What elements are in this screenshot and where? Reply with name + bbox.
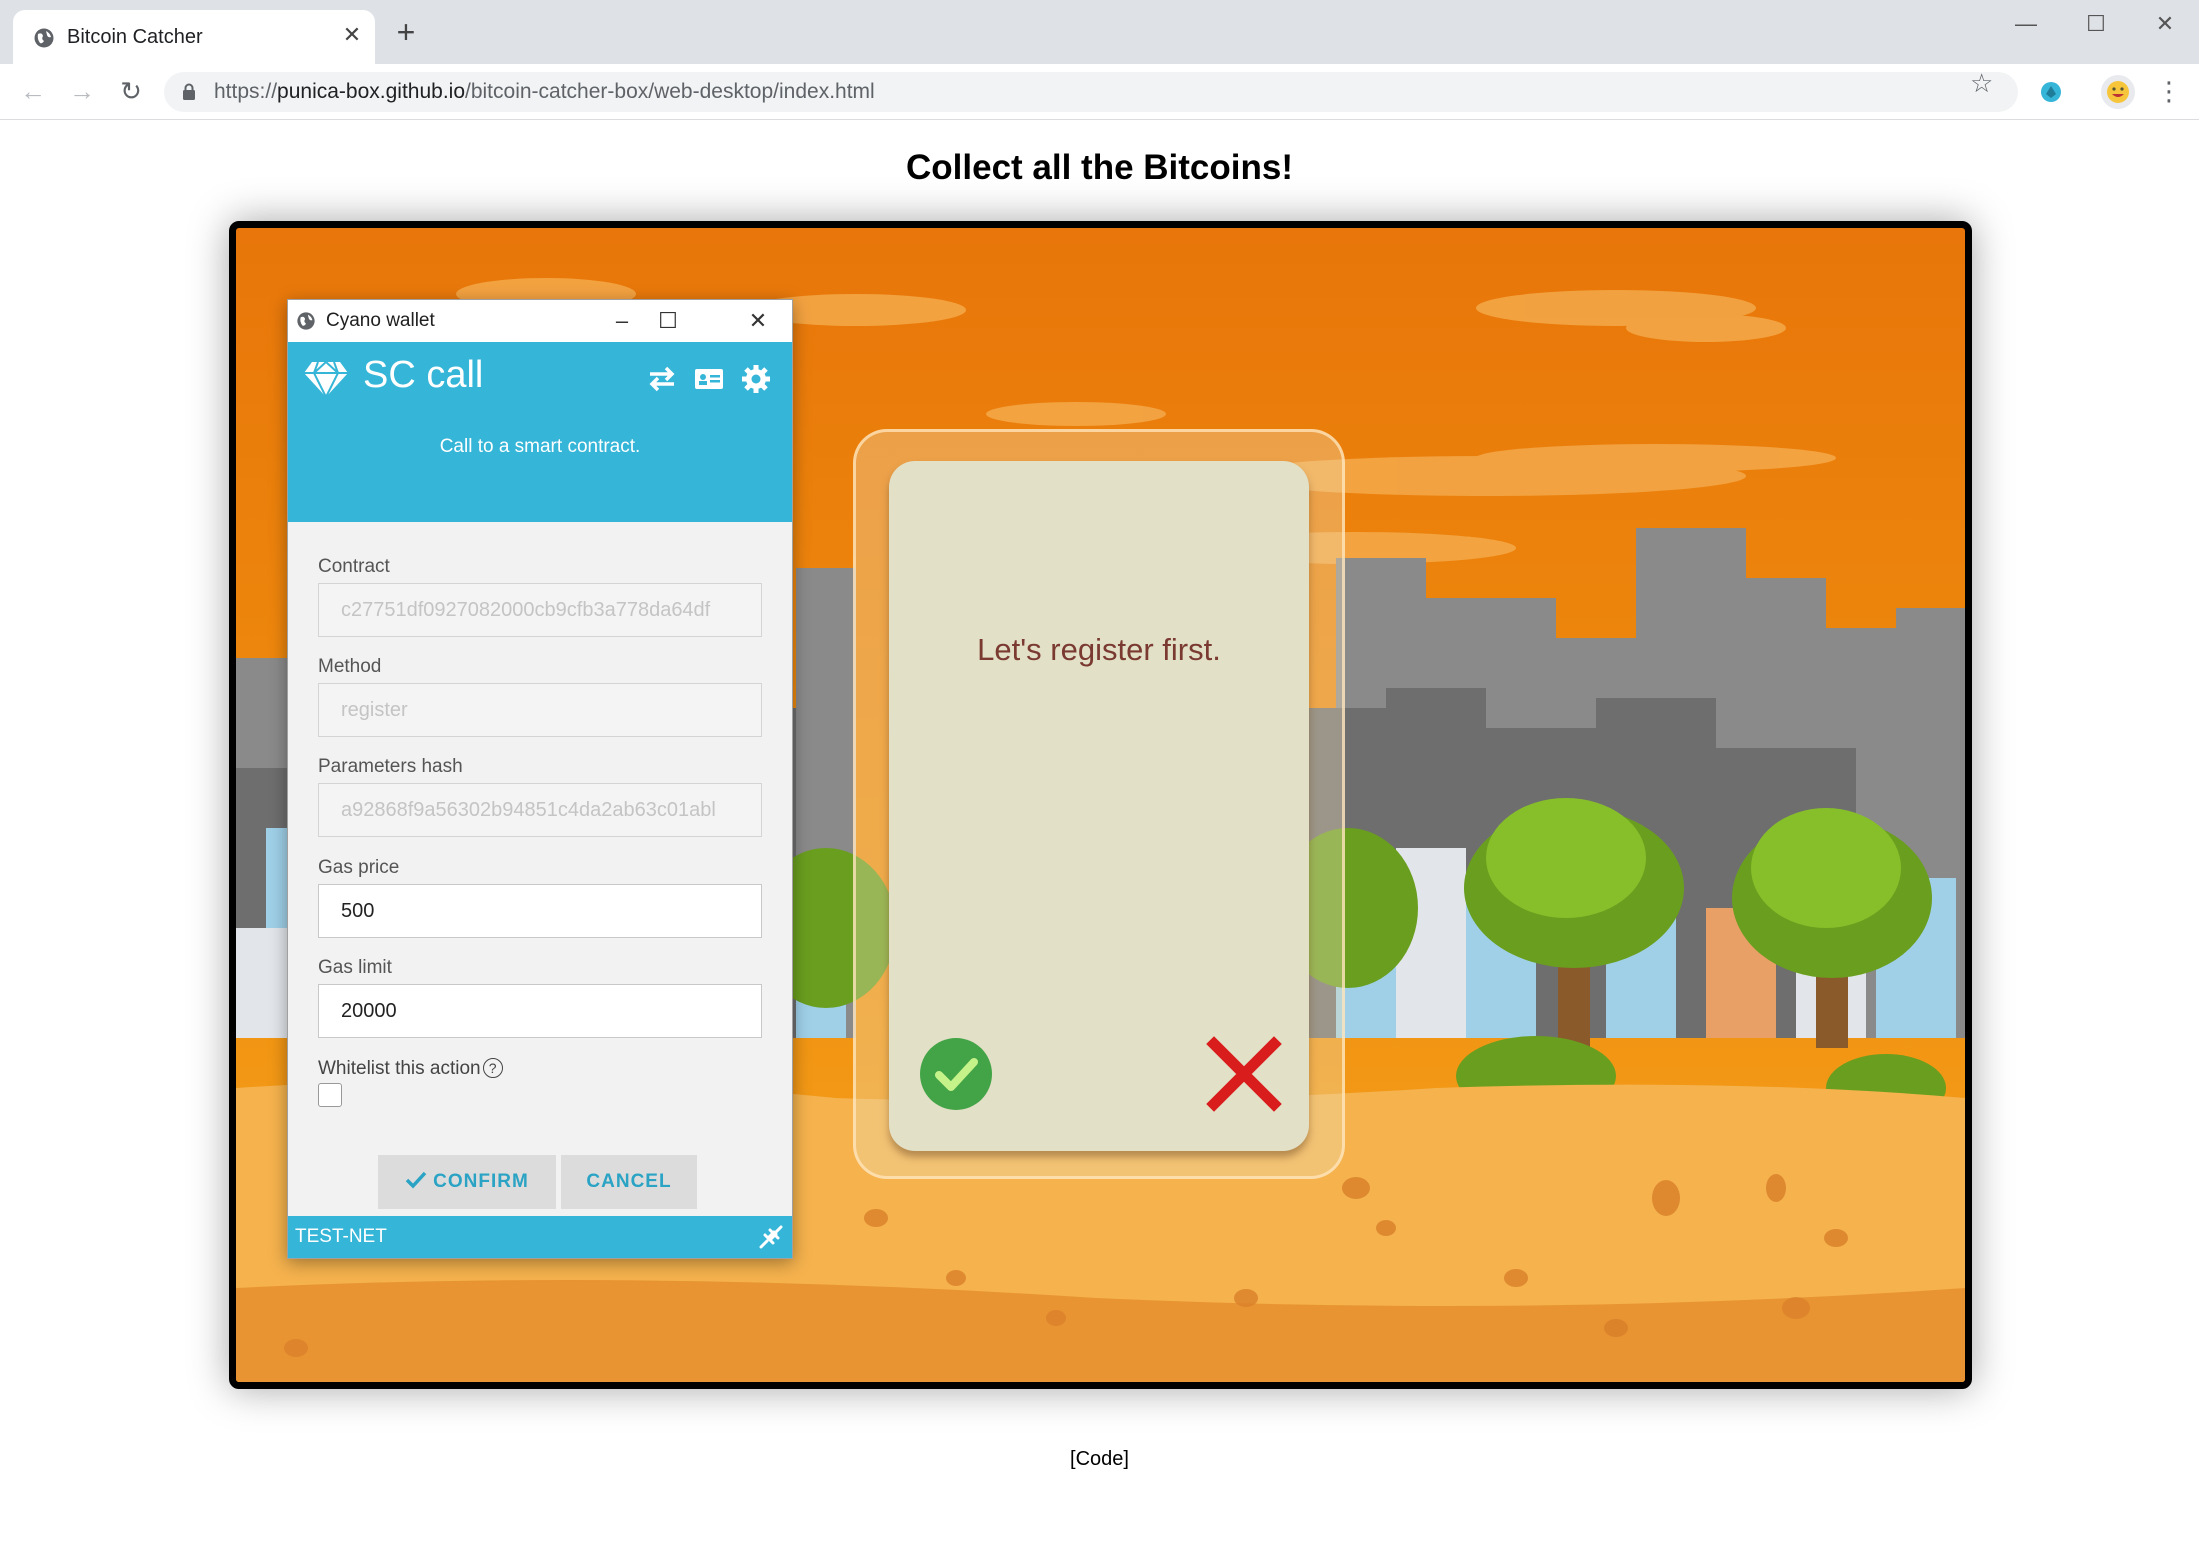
menu-icon[interactable]: ⋮ bbox=[2156, 76, 2182, 106]
transfer-icon[interactable] bbox=[646, 364, 678, 394]
plus-icon[interactable]: + bbox=[392, 16, 420, 48]
gas-price-input[interactable]: 500 bbox=[318, 884, 762, 938]
url-scheme: https:// bbox=[214, 80, 278, 103]
check-icon bbox=[935, 1058, 978, 1091]
wallet-header: SC call Call to a smart contract. bbox=[288, 342, 792, 522]
gas-limit-label: Gas limit bbox=[318, 957, 392, 978]
extension-icon[interactable] bbox=[2040, 81, 2062, 103]
gear-icon[interactable] bbox=[740, 364, 772, 394]
close-icon[interactable]: ✕ bbox=[339, 22, 365, 48]
wallet-heading: SC call bbox=[363, 354, 484, 396]
minimize-icon[interactable]: – bbox=[607, 306, 637, 336]
back-icon[interactable]: ← bbox=[16, 74, 50, 108]
globe-icon bbox=[297, 312, 315, 330]
contract-field: c27751df0927082000cb9cfb3a778da64df bbox=[318, 583, 762, 637]
gas-limit-input[interactable]: 20000 bbox=[318, 984, 762, 1038]
confirm-label: CONFIRM bbox=[433, 1171, 529, 1192]
url-host: punica-box.github.io bbox=[277, 80, 465, 103]
cancel-label: CANCEL bbox=[586, 1171, 672, 1192]
contract-label: Contract bbox=[318, 556, 390, 577]
tab-strip: Bitcoin Catcher ✕ + — ☐ ✕ bbox=[0, 0, 2199, 64]
forward-icon[interactable]: → bbox=[65, 74, 99, 108]
help-icon[interactable]: ? bbox=[482, 1058, 503, 1078]
close-icon[interactable]: ✕ bbox=[743, 306, 773, 336]
whitelist-checkbox[interactable] bbox=[318, 1083, 342, 1107]
diamond-icon bbox=[304, 360, 348, 399]
gas-price-label: Gas price bbox=[318, 857, 400, 878]
wallet-footer: TEST-NET bbox=[288, 1216, 792, 1258]
maximize-icon[interactable]: ☐ bbox=[2076, 8, 2116, 40]
url-text: https://punica-box.github.io/bitcoin-cat… bbox=[214, 80, 875, 104]
network-label: TEST-NET bbox=[295, 1226, 387, 1247]
cancel-button[interactable]: CANCEL bbox=[561, 1155, 697, 1209]
plug-icon[interactable] bbox=[756, 1222, 786, 1252]
maximize-icon[interactable]: ☐ bbox=[653, 306, 683, 336]
wallet-subtitle: Call to a smart contract. bbox=[439, 436, 641, 457]
avatar[interactable] bbox=[2101, 75, 2135, 109]
tab-bitcoin-catcher[interactable]: Bitcoin Catcher ✕ bbox=[13, 10, 375, 64]
globe-icon bbox=[34, 28, 54, 48]
browser-toolbar: ← → ↻ https://punica-box.github.io/bitco… bbox=[0, 64, 2199, 120]
whitelist-label-text: Whitelist this action bbox=[318, 1058, 481, 1079]
parameters-hash-field: a92868f9a56302b94851c4da2ab63c01abl bbox=[318, 783, 762, 837]
wallet-window-title: Cyano wallet bbox=[326, 310, 435, 331]
parameters-hash-label: Parameters hash bbox=[318, 756, 463, 777]
browser-window: Bitcoin Catcher ✕ + — ☐ ✕ ← → ↻ https://… bbox=[0, 0, 2199, 1561]
page-title: Collect all the Bitcoins! bbox=[906, 148, 1293, 187]
id-card-icon[interactable] bbox=[693, 364, 725, 394]
window-close-icon[interactable]: ✕ bbox=[2145, 8, 2185, 40]
card-message: Let's register first. bbox=[977, 632, 1221, 667]
whitelist-label: Whitelist this action? bbox=[318, 1058, 503, 1080]
method-field: register bbox=[318, 683, 762, 737]
url-path: /bitcoin-catcher-box/web-desktop/index.h… bbox=[465, 80, 875, 103]
minimize-icon[interactable]: — bbox=[2006, 8, 2046, 40]
star-icon[interactable]: ☆ bbox=[1970, 68, 1993, 99]
wallet-titlebar[interactable]: Cyano wallet – ☐ ✕ bbox=[288, 300, 792, 342]
x-icon[interactable] bbox=[1206, 1036, 1282, 1112]
method-label: Method bbox=[318, 656, 382, 677]
reload-icon[interactable]: ↻ bbox=[114, 74, 148, 108]
tab-title: Bitcoin Catcher bbox=[67, 26, 203, 48]
code-link[interactable]: [Code] bbox=[0, 1448, 2199, 1471]
accept-button[interactable] bbox=[920, 1038, 992, 1110]
cyano-wallet-window: Cyano wallet – ☐ ✕ SC call Call to a sma… bbox=[287, 299, 793, 1259]
check-icon bbox=[405, 1171, 427, 1189]
confirm-button[interactable]: CONFIRM bbox=[378, 1155, 556, 1209]
lock-icon bbox=[183, 83, 195, 100]
address-bar[interactable]: https://punica-box.github.io/bitcoin-cat… bbox=[164, 72, 2018, 112]
emoji-face-icon bbox=[2107, 81, 2129, 103]
